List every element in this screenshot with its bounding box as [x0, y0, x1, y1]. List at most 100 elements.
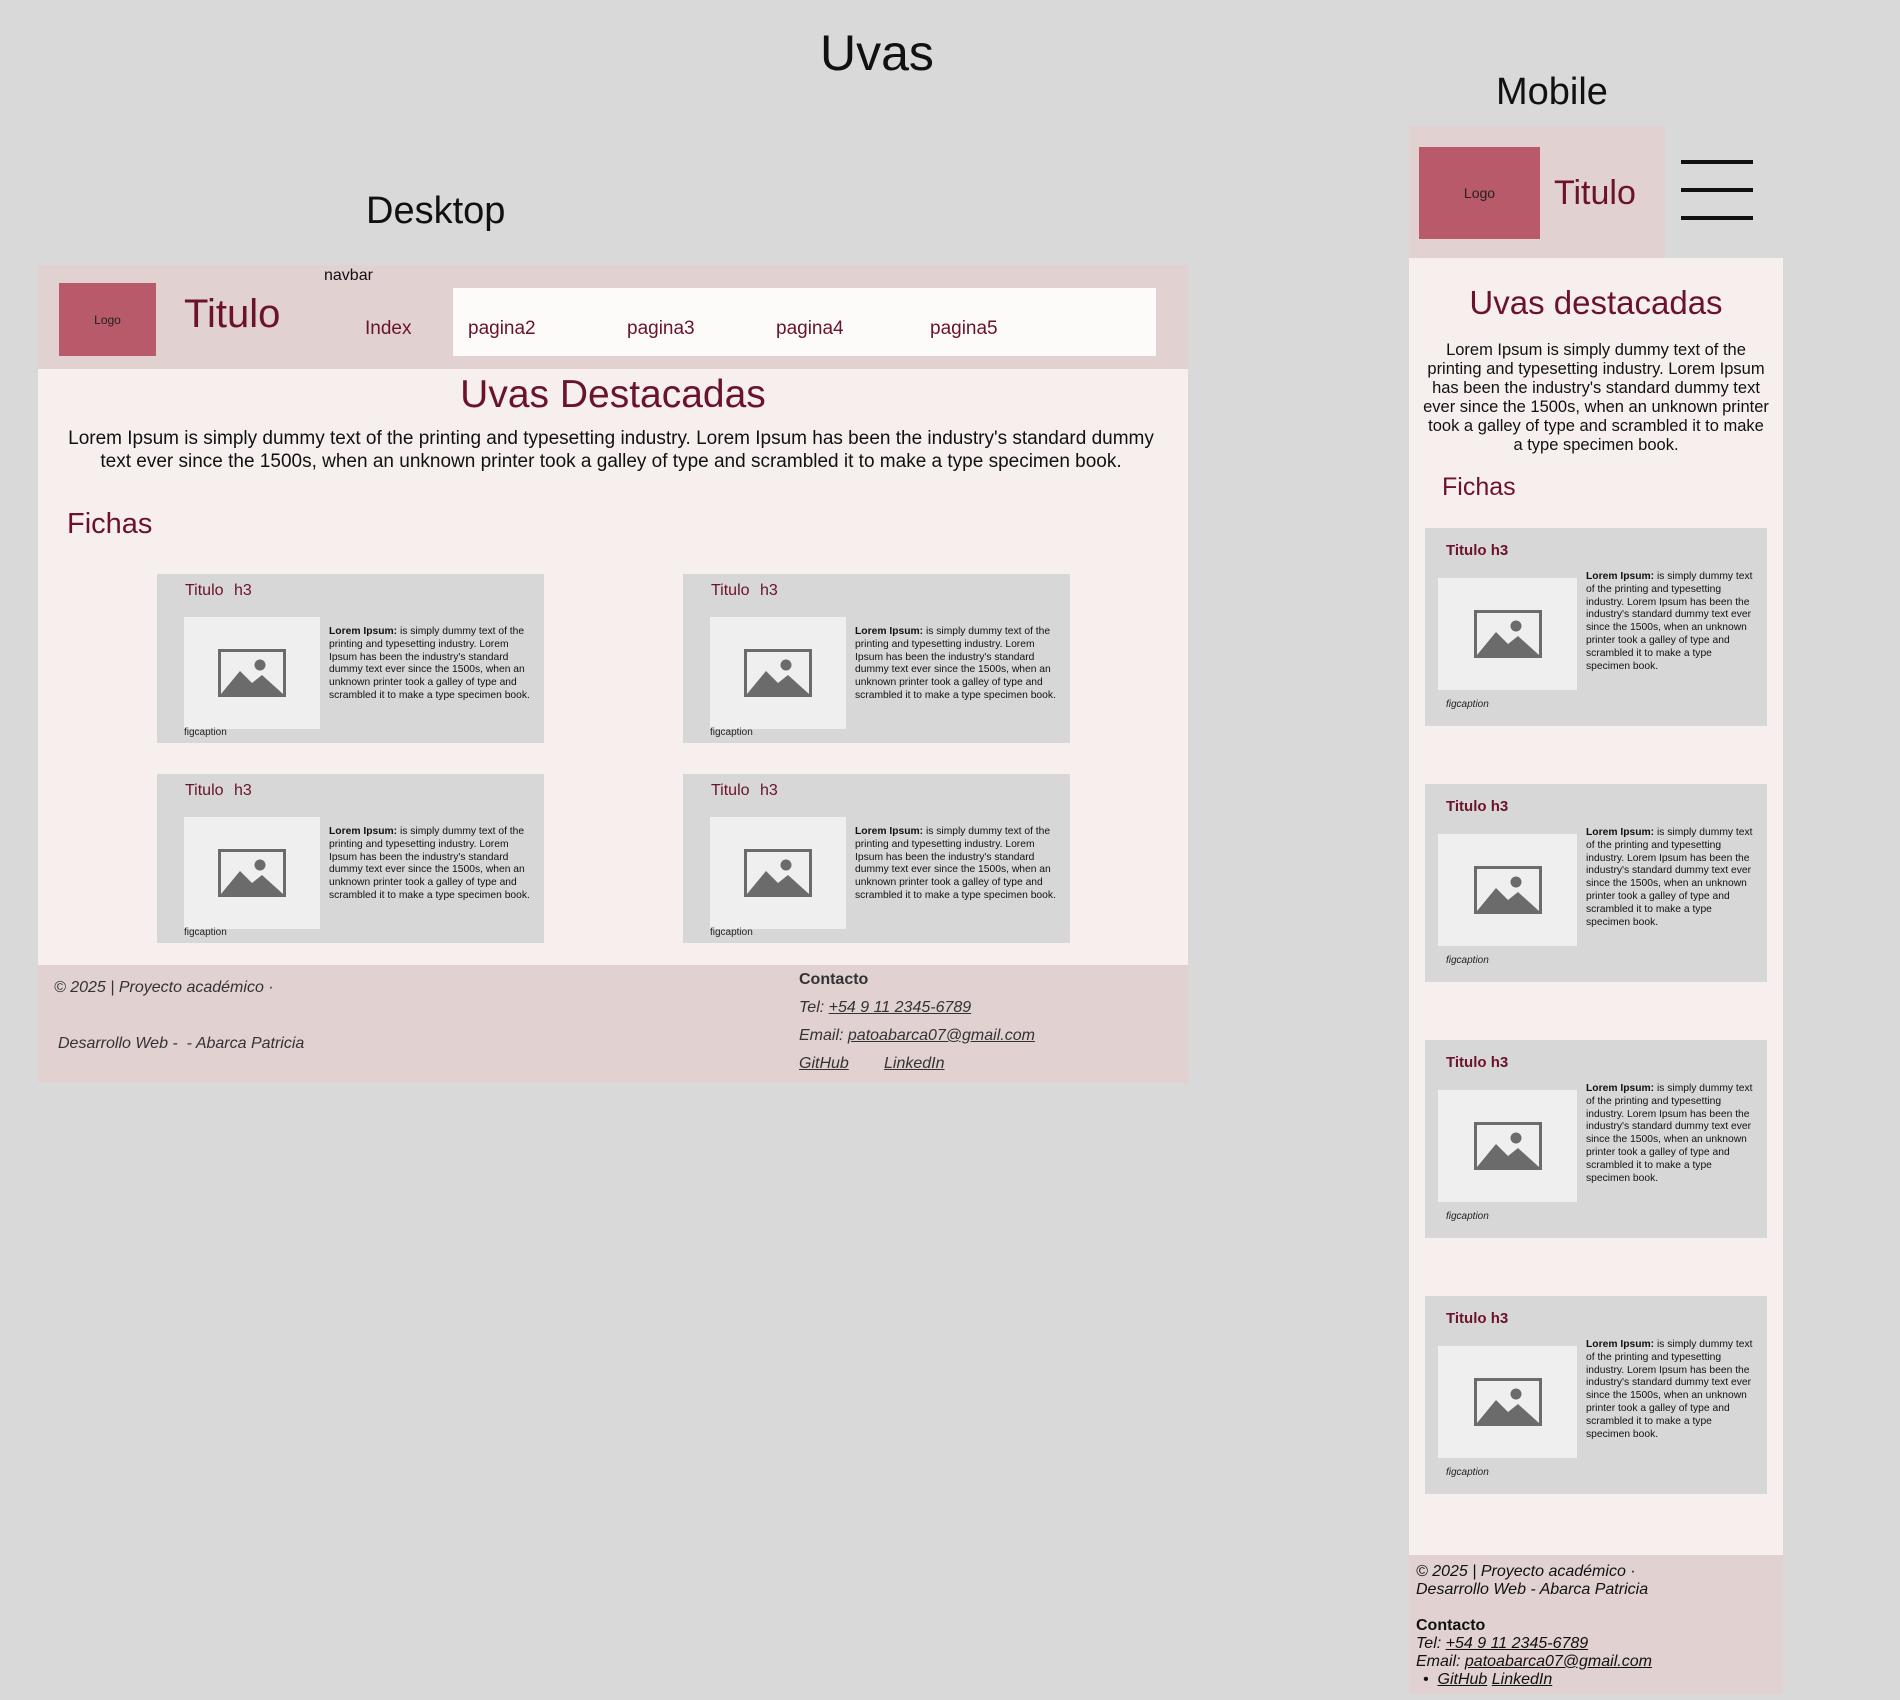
card-title: Titulo h3 [1446, 798, 1509, 815]
page-heading: Uvas destacadas [1469, 284, 1723, 321]
card-text-bold: Lorem Ipsum: [855, 826, 924, 837]
card-text: Lorem Ipsum: is simply dummy text of the… [1586, 1339, 1758, 1441]
mobile-header: Logo Titulo [1409, 126, 1783, 258]
logo[interactable]: Logo [1419, 147, 1540, 239]
card: Titulo h3 Lorem Ipsum: is simply dummy t… [157, 574, 544, 743]
github-link[interactable]: GitHub [799, 1055, 849, 1073]
nav-link-pagina4[interactable]: pagina4 [776, 318, 844, 340]
email-link[interactable]: patoabarca07@gmail.com [848, 1027, 1035, 1044]
contact-tel: Tel: +54 9 11 2345-6789 [799, 999, 971, 1017]
image-placeholder-icon [710, 617, 846, 729]
mobile-header-brand: Logo Titulo [1409, 126, 1665, 258]
nav-link-index[interactable]: Index [365, 318, 411, 340]
image-placeholder-icon [710, 817, 846, 929]
card: Titulo h3 Lorem Ipsum: is simply dummy t… [1425, 528, 1767, 726]
card-text: Lorem Ipsum: is simply dummy text of the… [1586, 827, 1758, 929]
card-title: Titulo h3 [1446, 1054, 1509, 1071]
section-heading: Fichas [1442, 473, 1516, 501]
burger-line [1681, 216, 1753, 220]
card-text-body: is simply dummy text of the printing and… [855, 826, 1056, 901]
figcaption: figcaption [1446, 699, 1489, 710]
desktop-header: Logo Titulo navbar Index pagina2 pagina3… [38, 265, 1188, 369]
figcaption: figcaption [1446, 1467, 1489, 1478]
site-title: Titulo [184, 292, 281, 336]
card-title: Titulo h3 [711, 582, 778, 599]
mobile-label: Mobile [1496, 71, 1608, 113]
image-placeholder-icon [1438, 834, 1577, 946]
tel-label: Tel: [1416, 1635, 1442, 1652]
card-text: Lorem Ipsum: is simply dummy text of the… [1586, 1083, 1758, 1185]
footer-author: Desarrollo Web - Abarca Patricia [1416, 1581, 1649, 1598]
nav-link-pagina3[interactable]: pagina3 [627, 318, 695, 340]
github-link-text[interactable]: GitHub [799, 1055, 849, 1072]
image-placeholder-icon [1438, 1346, 1577, 1458]
nav-link-pagina5[interactable]: pagina5 [930, 318, 998, 340]
card-text-body: is simply dummy text of the printing and… [329, 826, 530, 901]
linkedin-link[interactable]: LinkedIn [1492, 1671, 1553, 1688]
tel-link[interactable]: +54 9 11 2345-6789 [829, 999, 972, 1016]
hamburger-menu-icon[interactable] [1681, 160, 1753, 220]
card-text-body: is simply dummy text of the printing and… [1586, 1339, 1753, 1440]
card: Titulo h3 Lorem Ipsum: is simply dummy t… [683, 774, 1070, 943]
figcaption: figcaption [184, 927, 227, 938]
card-title: Titulo h3 [1446, 1310, 1509, 1327]
card-text-bold: Lorem Ipsum: [855, 626, 924, 637]
desktop-footer: © 2025 | Proyecto académico · Desarrollo… [38, 965, 1188, 1083]
footer-author: Desarrollo Web - - Abarca Patricia [58, 1035, 305, 1052]
intro-text: Lorem Ipsum is simply dummy text of the … [1423, 341, 1769, 454]
intro-text: Lorem Ipsum is simply dummy text of the … [68, 428, 1154, 472]
figcaption: figcaption [710, 927, 753, 938]
card-text-body: is simply dummy text of the printing and… [1586, 1083, 1753, 1184]
card-text-bold: Lorem Ipsum: [329, 626, 398, 637]
card-text-body: is simply dummy text of the printing and… [1586, 571, 1753, 672]
card: Titulo h3 Lorem Ipsum: is simply dummy t… [157, 774, 544, 943]
board-title: Uvas [820, 25, 934, 81]
image-placeholder-icon [184, 817, 320, 929]
card-text-bold: Lorem Ipsum: [329, 826, 398, 837]
card-text-bold: Lorem Ipsum: [1586, 827, 1655, 838]
site-title: Titulo [1554, 174, 1636, 212]
linkedin-link[interactable]: LinkedIn [884, 1055, 945, 1073]
card: Titulo h3 Lorem Ipsum: is simply dummy t… [1425, 1296, 1767, 1494]
card-text: Lorem Ipsum: is simply dummy text of the… [329, 626, 531, 703]
linkedin-link-text[interactable]: LinkedIn [884, 1055, 945, 1072]
card-title: Titulo h3 [185, 582, 252, 599]
card-title: Titulo h3 [1446, 542, 1509, 559]
burger-line [1681, 188, 1753, 192]
mobile-page: Logo Titulo Uvas destacadas Lorem Ipsum … [1409, 126, 1783, 1694]
navbar-label: navbar [324, 267, 373, 284]
figcaption: figcaption [1446, 1211, 1489, 1222]
contact-heading: Contacto [1416, 1617, 1486, 1634]
section-heading: Fichas [67, 508, 153, 540]
card-text-body: is simply dummy text of the printing and… [329, 626, 530, 701]
logo[interactable]: Logo [59, 283, 156, 356]
mobile-footer: © 2025 | Proyecto académico · Desarrollo… [1409, 1555, 1783, 1694]
desktop-label: Desktop [366, 190, 506, 232]
burger-line [1681, 160, 1753, 164]
image-placeholder-icon [184, 617, 320, 729]
tel-link[interactable]: +54 9 11 2345-6789 [1446, 1635, 1589, 1652]
email-label: Email: [1416, 1653, 1461, 1670]
card-text: Lorem Ipsum: is simply dummy text of the… [1586, 571, 1758, 673]
card-text-bold: Lorem Ipsum: [1586, 1083, 1655, 1094]
image-placeholder-icon [1438, 578, 1577, 690]
image-placeholder-icon [1438, 1090, 1577, 1202]
figcaption: figcaption [184, 727, 227, 738]
figcaption: figcaption [1446, 955, 1489, 966]
bullet-icon: • [1423, 1671, 1429, 1688]
contact-heading: Contacto [799, 971, 869, 988]
page-heading: Uvas Destacadas [460, 373, 766, 416]
tel-label: Tel: [799, 999, 825, 1016]
nav-link-pagina2[interactable]: pagina2 [468, 318, 536, 340]
card-text: Lorem Ipsum: is simply dummy text of the… [855, 626, 1057, 703]
email-label: Email: [799, 1027, 844, 1044]
card-text-body: is simply dummy text of the printing and… [1586, 827, 1753, 928]
footer-copyright: © 2025 | Proyecto académico · [54, 979, 274, 996]
card-text-bold: Lorem Ipsum: [1586, 571, 1655, 582]
card-title: Titulo h3 [185, 782, 252, 799]
github-link[interactable]: GitHub [1438, 1671, 1488, 1688]
card-text-bold: Lorem Ipsum: [1586, 1339, 1655, 1350]
card-text-body: is simply dummy text of the printing and… [855, 626, 1056, 701]
card: Titulo h3 Lorem Ipsum: is simply dummy t… [1425, 1040, 1767, 1238]
email-link[interactable]: patoabarca07@gmail.com [1465, 1653, 1652, 1670]
